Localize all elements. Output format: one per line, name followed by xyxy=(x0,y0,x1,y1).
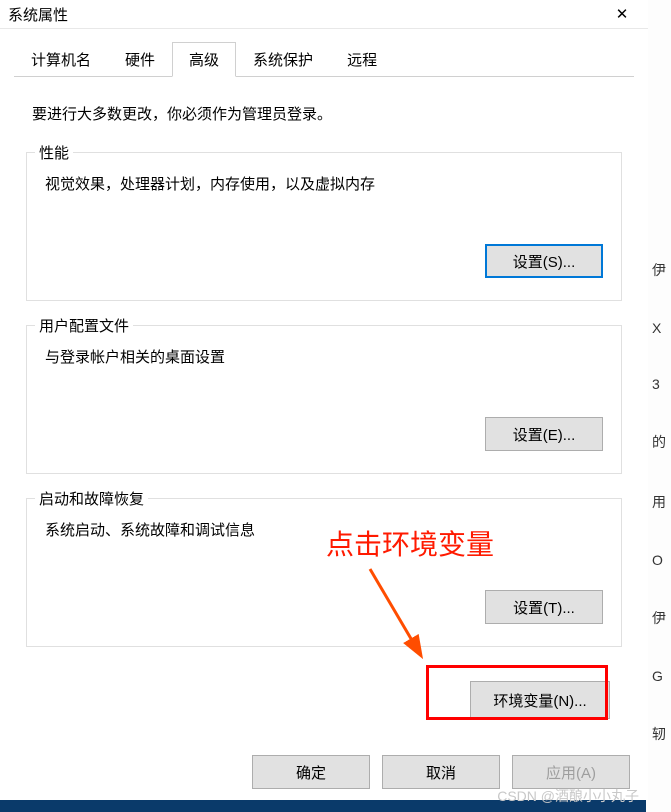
tab-bar: 计算机名 硬件 高级 系统保护 远程 xyxy=(14,41,634,77)
watermark: CSDN @酒酿小小丸子 xyxy=(497,786,639,806)
startup-settings-button[interactable]: 设置(T)... xyxy=(485,590,603,624)
group-startup-title: 启动和故障恢复 xyxy=(35,488,148,509)
environment-variables-button[interactable]: 环境变量(N)... xyxy=(470,681,610,719)
group-startup-desc: 系统启动、系统故障和调试信息 xyxy=(45,519,603,540)
performance-settings-button[interactable]: 设置(S)... xyxy=(485,244,603,278)
dialog-title: 系统属性 xyxy=(8,4,604,25)
tab-advanced[interactable]: 高级 xyxy=(172,42,236,77)
system-properties-dialog: 系统属性 ✕ 计算机名 硬件 高级 系统保护 远程 要进行大多数更改，你必须作为… xyxy=(0,0,648,800)
group-performance: 性能 视觉效果，处理器计划，内存使用，以及虚拟内存 设置(S)... xyxy=(26,152,622,301)
tab-computer-name[interactable]: 计算机名 xyxy=(14,42,108,77)
group-performance-desc: 视觉效果，处理器计划，内存使用，以及虚拟内存 xyxy=(45,173,603,194)
cancel-button[interactable]: 取消 xyxy=(382,755,500,789)
admin-notice: 要进行大多数更改，你必须作为管理员登录。 xyxy=(26,103,622,124)
group-startup-recovery: 启动和故障恢复 系统启动、系统故障和调试信息 设置(T)... xyxy=(26,498,622,647)
apply-button[interactable]: 应用(A) xyxy=(512,755,630,789)
tab-remote[interactable]: 远程 xyxy=(330,42,394,77)
ok-button[interactable]: 确定 xyxy=(252,755,370,789)
group-profiles-title: 用户配置文件 xyxy=(35,315,133,336)
close-button[interactable]: ✕ xyxy=(604,0,640,28)
group-performance-title: 性能 xyxy=(35,142,73,163)
group-user-profiles: 用户配置文件 与登录帐户相关的桌面设置 设置(E)... xyxy=(26,325,622,474)
tab-content-advanced: 要进行大多数更改，你必须作为管理员登录。 性能 视觉效果，处理器计划，内存使用，… xyxy=(14,77,634,731)
group-profiles-desc: 与登录帐户相关的桌面设置 xyxy=(45,346,603,367)
tab-hardware[interactable]: 硬件 xyxy=(108,42,172,77)
tab-system-protection[interactable]: 系统保护 xyxy=(236,42,330,77)
profiles-settings-button[interactable]: 设置(E)... xyxy=(485,417,603,451)
titlebar: 系统属性 ✕ xyxy=(0,0,648,29)
background-strip: 伊X3的用O伊G轫 xyxy=(646,0,671,812)
